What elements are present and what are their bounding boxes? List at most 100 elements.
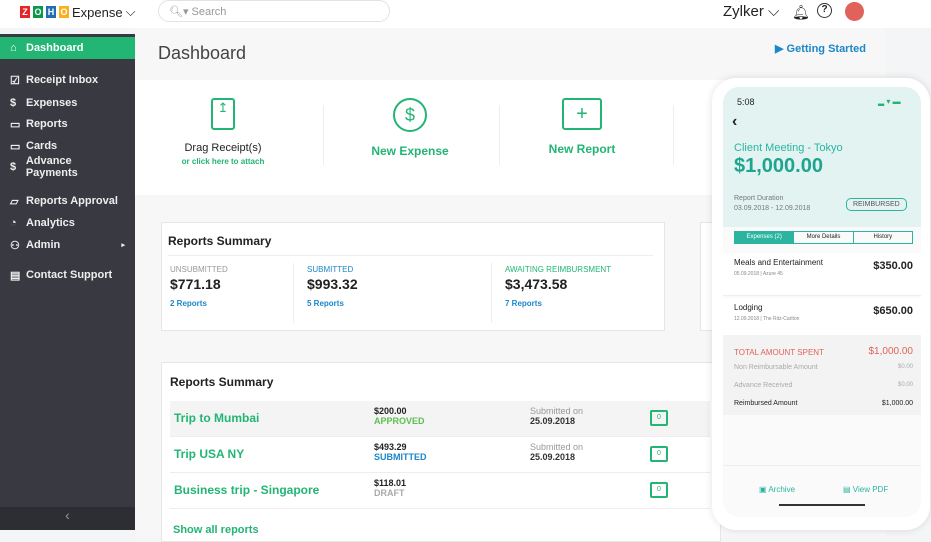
- report-amount: $200.00: [374, 406, 407, 416]
- home-icon: ⌂: [10, 42, 17, 54]
- sidebar-item-receipt-inbox[interactable]: ☑ Receipt Inbox: [0, 69, 135, 91]
- report-name[interactable]: Trip to Mumbai: [174, 411, 259, 425]
- bell-icon[interactable]: 🔔︎: [792, 4, 810, 21]
- sidebar-item-label: Reports: [26, 118, 68, 130]
- summary-amount: $771.18: [170, 276, 221, 292]
- back-icon[interactable]: ‹: [732, 113, 737, 131]
- total-value: $0.00: [897, 382, 913, 388]
- sidebar-item-reports[interactable]: ▭ Reports: [0, 113, 135, 135]
- divider: [323, 105, 324, 165]
- sidebar-item-dashboard[interactable]: ⌂ Dashboard: [0, 37, 135, 59]
- app-logo[interactable]: ZOHO Expense ⌵: [20, 4, 135, 20]
- divider: [168, 255, 653, 256]
- new-report-button[interactable]: + New Report: [497, 98, 667, 156]
- sidebar-item-label: Receipt Inbox: [26, 74, 99, 86]
- sidebar-item-label: Admin: [26, 239, 61, 251]
- comment-icon[interactable]: 0: [650, 482, 668, 498]
- logo-o: O: [33, 6, 43, 18]
- phone-tab[interactable]: More Details: [793, 232, 852, 243]
- report-row[interactable]: Trip to Mumbai $200.00 APPROVED Submitted o…: [170, 401, 710, 437]
- sidebar-item-label: Contact Support: [26, 269, 113, 281]
- sidebar-item-advance-payments[interactable]: $ Advance Payments: [0, 155, 135, 179]
- divider: [673, 105, 674, 165]
- page-title: Dashboard: [158, 43, 247, 63]
- expense-amount: $350.00: [873, 260, 913, 272]
- report-name[interactable]: Business trip - Singapore: [174, 483, 319, 497]
- submitted-date: 25.09.2018: [530, 452, 576, 462]
- new-expense-button[interactable]: $ New Expense: [325, 98, 495, 158]
- app-name: Expense: [72, 4, 123, 20]
- submitted-label: Submitted on: [530, 406, 584, 416]
- avatar[interactable]: [845, 2, 864, 21]
- expense-name: Lodging: [734, 303, 763, 312]
- user-menu[interactable]: Zylker ⌵: [723, 3, 779, 20]
- help-icon[interactable]: ?: [817, 3, 832, 18]
- view-pdf-label: View PDF: [852, 485, 889, 494]
- divider: [491, 263, 492, 323]
- duration-value: 03.09.2018 - 12.09.2018: [734, 205, 811, 212]
- summary-reports-link[interactable]: 7 Reports: [505, 299, 611, 308]
- phone-tab[interactable]: History: [852, 232, 912, 243]
- attach-link[interactable]: or click here to attach: [138, 157, 308, 166]
- logo-o2: O: [59, 6, 69, 18]
- drag-receipt-zone[interactable]: ↥ Drag Receipt(s) or click here to attac…: [138, 98, 308, 166]
- comment-icon[interactable]: 0: [650, 446, 668, 462]
- total-label: Non Reimbursable Amount: [734, 364, 818, 371]
- report-row[interactable]: Trip USA NY $493.29 SUBMITTED Submitted on 2…: [170, 437, 710, 473]
- summary-amount: $3,473.58: [505, 276, 568, 292]
- search-input[interactable]: 🔍︎▾ Search: [158, 0, 390, 22]
- chevron-down-icon: ⌵: [125, 4, 136, 19]
- view-pdf-button[interactable]: ▤ View PDF: [843, 485, 888, 494]
- dollar-icon: $: [393, 98, 427, 132]
- archive-button[interactable]: ▣ Archive: [759, 485, 795, 494]
- sidebar-item-reports-approval[interactable]: ▱ Reports Approval: [0, 190, 135, 212]
- sidebar-item-label: Cards: [26, 140, 58, 152]
- show-all-reports-link[interactable]: Show all reports: [173, 524, 259, 536]
- expense-meta: 12.09.2018 | The Ritz-Carlton: [734, 316, 800, 322]
- home-indicator: [779, 504, 865, 506]
- report-status: SUBMITTED: [374, 452, 427, 462]
- sidebar-item-contact-support[interactable]: ▤ Contact Support: [0, 264, 135, 286]
- search-icon: 🔍︎▾: [169, 6, 192, 18]
- submitted-date: 25.09.2018: [530, 416, 576, 426]
- status-icons: ▂ ▾ ▬: [878, 97, 901, 106]
- sidebar-item-admin[interactable]: ⚇ Admin ▸: [0, 234, 135, 256]
- total-label: TOTAL AMOUNT SPENT: [734, 348, 824, 357]
- folder-icon: ▭: [10, 118, 21, 131]
- chevron-right-icon: ▸: [121, 242, 125, 249]
- dollar-icon: $: [10, 161, 17, 173]
- sidebar-item-cards[interactable]: ▭ Cards: [0, 135, 135, 157]
- comment-count: 0: [657, 414, 661, 421]
- search-placeholder: Search: [191, 6, 227, 18]
- report-status: APPROVED: [374, 416, 425, 426]
- report-row[interactable]: Business trip - Singapore $118.01 DRAFT 0: [170, 473, 710, 509]
- summary-reports-link[interactable]: 2 Reports: [170, 299, 228, 308]
- approval-icon: ▱: [10, 195, 19, 208]
- sidebar-item-label: Dashboard: [26, 42, 84, 54]
- comment-icon[interactable]: 0: [650, 410, 668, 426]
- phone-tab[interactable]: Expenses (2): [735, 232, 794, 243]
- reports-list-card: Reports Summary Trip to Mumbai $200.00 APP…: [161, 362, 721, 542]
- card-title: Reports Summary: [168, 234, 272, 248]
- duration-label: Report Duration: [734, 195, 784, 202]
- user-name: Zylker: [723, 3, 764, 20]
- folder-plus-icon: +: [562, 98, 602, 130]
- report-name[interactable]: Trip USA NY: [174, 447, 244, 461]
- inbox-icon: ☑: [10, 74, 20, 87]
- sidebar-item-analytics[interactable]: ◔ Analytics: [0, 212, 135, 234]
- dollar-icon: $: [10, 97, 17, 109]
- status-time: 5:08: [737, 97, 755, 107]
- summary-label: AWAITING REIMBURSMENT: [505, 265, 612, 274]
- collapse-sidebar-button[interactable]: ‹: [0, 507, 135, 530]
- total-value: $0.00: [897, 364, 913, 370]
- total-value: $1,000.00: [881, 400, 913, 407]
- sidebar-item-label: Analytics: [26, 217, 75, 229]
- getting-started-link[interactable]: ▶︎ Getting Started: [775, 42, 866, 55]
- summary-amount: $993.32: [307, 276, 358, 292]
- total-label: Reimbursed Amount: [734, 400, 798, 407]
- summary-1: SUBMITTED $993.32 5 Reports: [307, 265, 358, 308]
- sidebar-item-expenses[interactable]: $ Expenses: [0, 92, 135, 114]
- chevron-left-icon: ‹: [65, 507, 70, 523]
- summary-reports-link[interactable]: 5 Reports: [307, 299, 358, 308]
- expense-amount: $650.00: [873, 305, 913, 317]
